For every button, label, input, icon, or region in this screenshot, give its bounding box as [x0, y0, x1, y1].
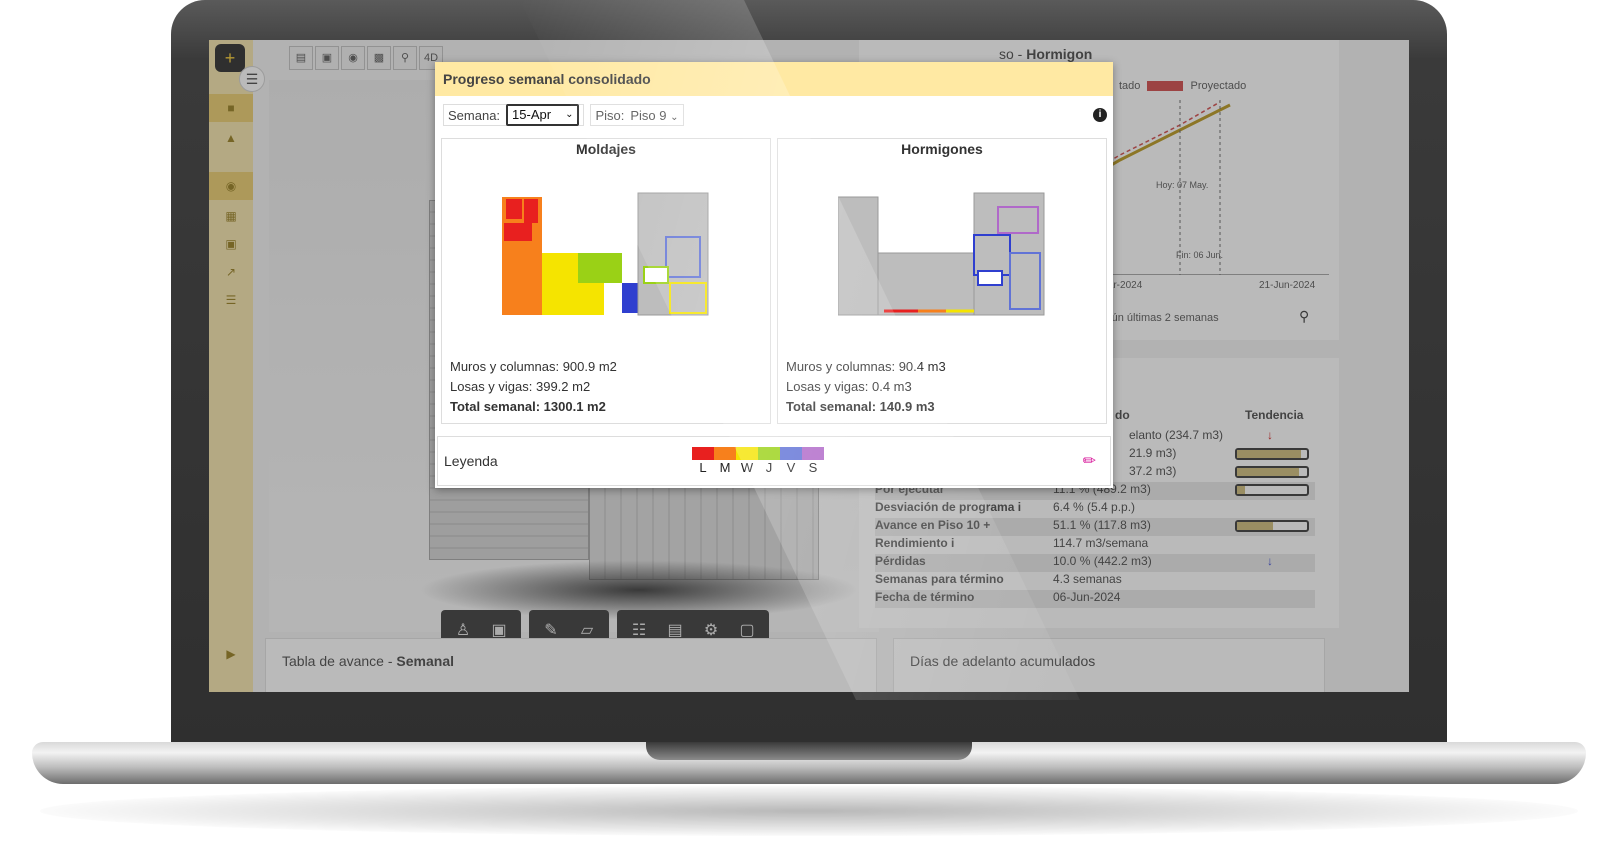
legend-day: S [802, 447, 824, 475]
floor-filter: Piso: Piso 9 ⌄ [590, 104, 684, 126]
moldajes-weekly-total: Total semanal: 1300.1 m2 [450, 399, 606, 414]
week-select-value: 15-Apr [512, 107, 552, 122]
legend-day: J [758, 447, 780, 475]
hormigones-title: Hormigones [901, 141, 983, 157]
moldajes-slabs-beams: Losas y vigas: 399.2 m2 [450, 379, 591, 394]
legend-day-label: J [765, 460, 773, 475]
weekly-progress-modal: Progreso semanal consolidado Semana: 15-… [435, 62, 1113, 488]
legend-swatches: L M W J V S [692, 447, 824, 475]
legend-day: L [692, 447, 714, 475]
legend-swatch [714, 447, 736, 460]
moldajes-walls-columns: Muros y columnas: 900.9 m2 [450, 359, 617, 374]
legend-day-label: M [719, 460, 731, 475]
legend-swatch [780, 447, 802, 460]
legend-box: Leyenda L M W J V S ✏ [437, 436, 1111, 486]
floor-label: Piso: [595, 107, 625, 123]
legend-day-label: W [740, 460, 754, 475]
legend-swatch [692, 447, 714, 460]
paint-brush-icon[interactable]: ✏ [1083, 451, 1096, 471]
week-label: Semana: [448, 107, 501, 123]
hormigones-panel: Hormigones Muros y columnas: 90.4 m3 Los… [777, 138, 1107, 424]
laptop-screen: + ■ ▲ ◉ ▦ ▣ ↗ ☰ ▶ ☰ ▤ ▣ ◉ ▩ ⚲ 4D ♙ ▣ ✎ ▱… [209, 40, 1409, 692]
moldajes-title: Moldajes [576, 141, 636, 157]
legend-day: W [736, 447, 758, 475]
hormigones-weekly-total: Total semanal: 140.9 m3 [786, 399, 935, 414]
legend-swatch [736, 447, 758, 460]
legend-day: V [780, 447, 802, 475]
legend-swatch [758, 447, 780, 460]
stage: + ■ ▲ ◉ ▦ ▣ ↗ ☰ ▶ ☰ ▤ ▣ ◉ ▩ ⚲ 4D ♙ ▣ ✎ ▱… [0, 0, 1617, 864]
modal-title: Progreso semanal consolidado [435, 62, 1113, 96]
legend-day-label: L [699, 460, 707, 475]
modal-filters: Semana: 15-Apr ⌄ Piso: Piso 9 ⌄ [443, 104, 684, 126]
hormigones-floor-plan [838, 192, 1045, 316]
legend-swatch [802, 447, 824, 460]
hormigones-walls-columns: Muros y columnas: 90.4 m3 [786, 359, 946, 374]
chevron-down-icon: ⌄ [565, 109, 574, 120]
laptop-notch [646, 742, 972, 760]
week-select[interactable]: 15-Apr ⌄ [506, 104, 580, 126]
legend-title: Leyenda [444, 453, 498, 469]
week-filter: Semana: 15-Apr ⌄ [443, 104, 585, 126]
chevron-down-icon: ⌄ [670, 111, 679, 123]
floor-select-value: Piso 9 [630, 107, 667, 123]
legend-day-label: S [808, 460, 818, 475]
moldajes-panel: Moldajes Muros y columnas: 900.9 m2 Losa… [441, 138, 771, 424]
info-icon[interactable]: i [1093, 108, 1107, 122]
legend-day-label: V [786, 460, 796, 475]
laptop-shadow [40, 786, 1578, 836]
moldajes-floor-plan [502, 192, 709, 316]
hormigones-slabs-beams: Losas y vigas: 0.4 m3 [786, 379, 912, 394]
floor-select[interactable]: Piso 9 ⌄ [630, 108, 678, 123]
legend-day: M [714, 447, 736, 475]
